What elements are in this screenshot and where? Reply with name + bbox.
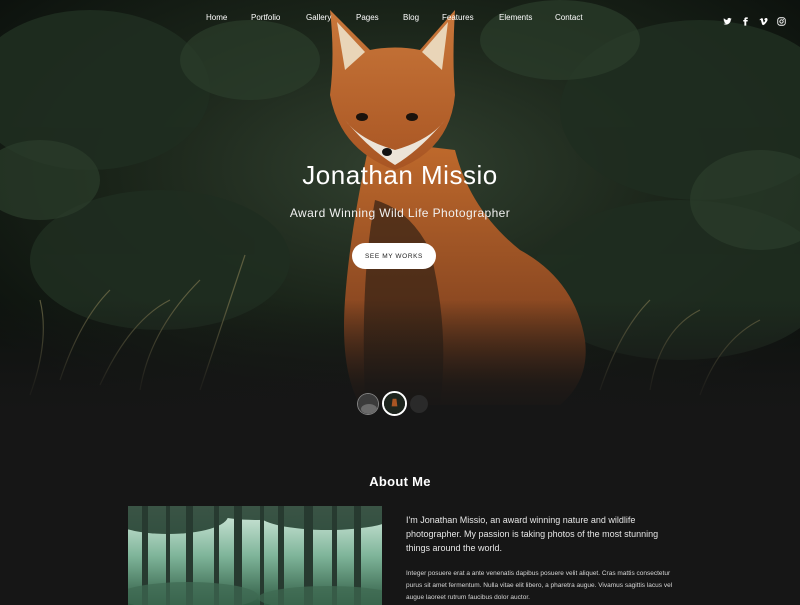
nav-item-portfolio[interactable]: Portfolio <box>251 13 280 22</box>
see-my-works-button[interactable]: SEE MY WORKS <box>352 243 436 269</box>
hero-subtitle: Award Winning Wild Life Photographer <box>289 206 511 220</box>
twitter-icon[interactable] <box>723 13 732 25</box>
about-section-title: About Me <box>369 474 431 489</box>
slider-thumb-3[interactable] <box>410 394 428 413</box>
nav-item-pages[interactable]: Pages <box>356 13 379 22</box>
slider-thumb-2[interactable] <box>382 391 407 416</box>
slider-pagination <box>357 391 428 416</box>
social-links <box>723 13 786 26</box>
facebook-icon[interactable] <box>741 13 750 26</box>
nav-item-elements[interactable]: Elements <box>499 13 532 22</box>
nav-item-features[interactable]: Features <box>442 13 474 22</box>
nav-item-contact[interactable]: Contact <box>555 13 583 22</box>
instagram-icon[interactable] <box>777 13 786 26</box>
about-body-text: Integer posuere erat a ante venenatis da… <box>406 570 673 601</box>
nav-item-blog[interactable]: Blog <box>403 13 419 22</box>
top-navigation: Home Portfolio Gallery Pages Blog Featur… <box>0 13 800 27</box>
vimeo-icon[interactable] <box>759 13 768 26</box>
slider-thumb-1[interactable] <box>357 392 379 415</box>
about-forest-image <box>128 506 382 605</box>
nav-item-home[interactable]: Home <box>206 13 227 22</box>
hero-title: Jonathan Missio <box>302 160 498 190</box>
about-lead-text: I'm Jonathan Missio, an award winning na… <box>406 515 659 553</box>
nav-item-gallery[interactable]: Gallery <box>306 13 331 22</box>
